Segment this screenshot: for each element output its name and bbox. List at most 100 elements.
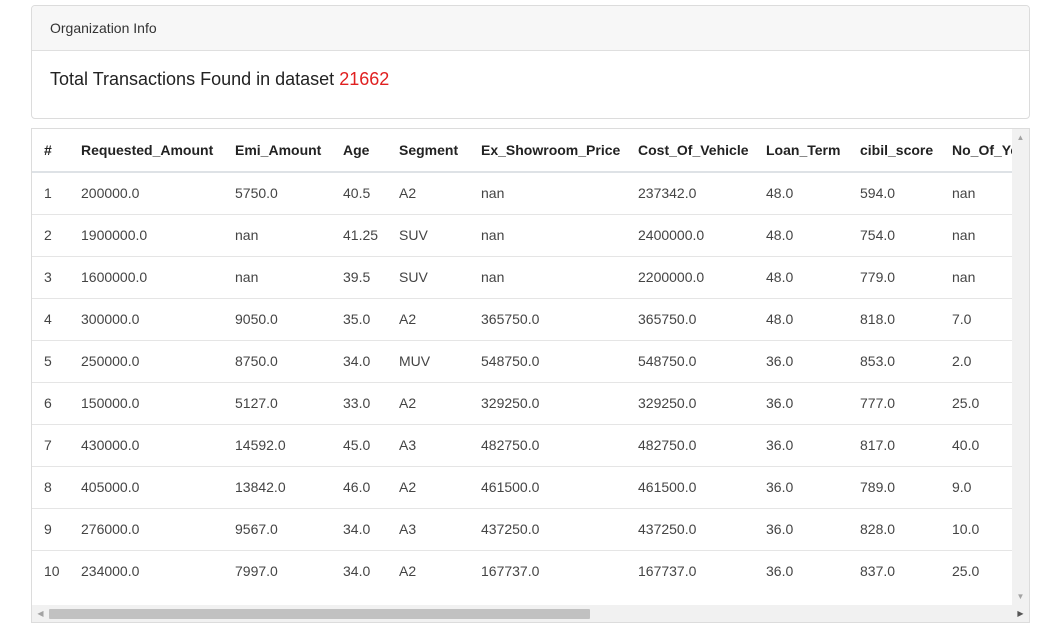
table-cell: 594.0 xyxy=(860,185,896,202)
card-header: Organization Info xyxy=(32,6,1029,51)
horizontal-scroll-thumb[interactable] xyxy=(49,609,590,619)
table-cell: 5 xyxy=(32,339,69,382)
table-cell: 461500.0 xyxy=(626,465,754,508)
column-header: Requested_Amount xyxy=(69,129,223,173)
table-row: 7 430000.0 14592.0 45.0 A3 482750.0 482750.0 36… xyxy=(32,423,1013,466)
table-cell: 25.0 xyxy=(940,549,1013,592)
table-cell: nan xyxy=(223,213,331,256)
table-cell: 48.0 xyxy=(754,255,848,298)
table-cell: nan xyxy=(223,255,331,298)
horizontal-scrollbar[interactable]: ◀ ▶ xyxy=(32,605,1029,622)
table-cell: 9.0 xyxy=(940,465,1013,508)
table-cell: 405000.0 xyxy=(69,465,223,508)
column-header: cibil_score xyxy=(848,129,940,173)
table-cell: 482750.0 xyxy=(469,423,626,466)
table-cell: 13842.0 xyxy=(223,465,331,508)
table-cell: 150000.0 xyxy=(69,381,223,424)
table-cell: 461500.0 xyxy=(469,465,626,508)
table-cell: 365750.0 xyxy=(626,297,754,340)
table-cell: 3 xyxy=(32,255,69,298)
column-header: Cost_Of_Vehicle xyxy=(626,129,754,173)
table-cell: 40.5 xyxy=(343,185,371,202)
table-cell: 8 xyxy=(32,465,69,508)
table-row: 2 1900000.0 nan 41.25 SUV nan 2400000.0 48.0 754… xyxy=(32,213,1013,256)
table-cell: 837.0 xyxy=(848,549,940,592)
table-cell: 36.0 xyxy=(754,507,848,550)
card-body: Total Transactions Found in dataset 2166… xyxy=(32,51,1029,90)
table-cell: 777.0 xyxy=(848,381,940,424)
table-cell: 329250.0 xyxy=(626,381,754,424)
table-cell: A2 xyxy=(387,465,469,508)
table-cell: 482750.0 xyxy=(626,423,754,466)
table-viewport[interactable]: # Requested_Amount Emi_Amount Age Segment Ex_… xyxy=(32,129,1013,605)
table-cell: 36.0 xyxy=(754,423,848,466)
table-cell: 14592.0 xyxy=(223,423,331,466)
table-cell: 48.0 xyxy=(754,213,848,256)
table-header-row: # Requested_Amount Emi_Amount Age Segment Ex_… xyxy=(32,129,1013,173)
vertical-scrollbar[interactable]: ▲ ▼ xyxy=(1012,129,1029,605)
table-cell: 1900000.0 xyxy=(69,213,223,256)
table-cell: 548750.0 xyxy=(469,339,626,382)
table-cell: 7997.0 xyxy=(223,549,331,592)
table-cell: 2200000.0 xyxy=(626,255,754,298)
table-cell: 34.0 xyxy=(331,549,387,592)
table-row: 9 276000.0 9567.0 34.0 A3 437250.0 437250.0 36.… xyxy=(32,507,1013,550)
column-header: No_Of_Ye xyxy=(940,129,1013,173)
table-cell: 48.0 xyxy=(766,185,794,202)
table-cell: 9 xyxy=(32,507,69,550)
table-cell: 48.0 xyxy=(754,297,848,340)
table-cell: 10.0 xyxy=(940,507,1013,550)
column-header: Ex_Showroom_Price xyxy=(469,129,626,173)
transactions-table-panel: # Requested_Amount Emi_Amount Age Segment Ex_… xyxy=(31,128,1030,623)
table-cell: 817.0 xyxy=(848,423,940,466)
table-cell: 237342.0 xyxy=(638,185,697,202)
table-cell: 35.0 xyxy=(331,297,387,340)
table-cell: 34.0 xyxy=(331,339,387,382)
table-cell: 6 xyxy=(32,381,69,424)
table-cell: 789.0 xyxy=(848,465,940,508)
table-cell: 2 xyxy=(32,213,69,256)
scroll-left-icon[interactable]: ◀ xyxy=(32,605,49,622)
table-cell: 754.0 xyxy=(848,213,940,256)
table-cell: 41.25 xyxy=(331,213,387,256)
column-header: # xyxy=(32,129,69,173)
table-row: 8 405000.0 13842.0 46.0 A2 461500.0 461500.0 36… xyxy=(32,465,1013,508)
table-cell: 36.0 xyxy=(754,339,848,382)
organization-info-card: Organization Info Total Transactions Fou… xyxy=(31,5,1030,119)
table-row: 4 300000.0 9050.0 35.0 A2 365750.0 365750.0 48.… xyxy=(32,297,1013,340)
table-body: 1 200000.0 5750.0 40.5 A2 nan 237342.0 48.0 594.… xyxy=(32,172,1013,592)
table-cell: 5750.0 xyxy=(235,185,278,202)
table-cell: 36.0 xyxy=(754,465,848,508)
column-header: Age xyxy=(331,129,387,173)
table-cell: MUV xyxy=(387,339,469,382)
table-cell: 40.0 xyxy=(940,423,1013,466)
table-cell: 818.0 xyxy=(848,297,940,340)
table-cell: 5127.0 xyxy=(223,381,331,424)
transaction-count: 21662 xyxy=(339,69,390,89)
table-cell: nan xyxy=(952,185,976,202)
table-cell: 1 xyxy=(44,185,52,202)
table-cell: 36.0 xyxy=(754,381,848,424)
table-cell: 25.0 xyxy=(940,381,1013,424)
table-cell: 276000.0 xyxy=(69,507,223,550)
table-row: 5 250000.0 8750.0 34.0 MUV 548750.0 548750.0 36… xyxy=(32,339,1013,382)
table-cell: 167737.0 xyxy=(626,549,754,592)
scroll-up-icon[interactable]: ▲ xyxy=(1012,129,1029,146)
table-cell: 33.0 xyxy=(331,381,387,424)
table-cell: 200000.0 xyxy=(81,185,140,202)
table-cell: 167737.0 xyxy=(469,549,626,592)
table-cell: A2 xyxy=(399,185,417,202)
table-cell: A2 xyxy=(387,549,469,592)
scroll-right-icon[interactable]: ▶ xyxy=(1012,605,1029,622)
table-cell: 7.0 xyxy=(940,297,1013,340)
table-row: 3 1600000.0 nan 39.5 SUV nan 2200000.0 48.0 779.… xyxy=(32,255,1013,298)
table-row: 10 234000.0 7997.0 34.0 A2 167737.0 167737.0 36… xyxy=(32,549,1013,592)
table-cell: SUV xyxy=(387,255,469,298)
table-cell: 9567.0 xyxy=(223,507,331,550)
table-cell: nan xyxy=(469,213,626,256)
table-cell: 10 xyxy=(32,549,69,592)
table-cell: 300000.0 xyxy=(69,297,223,340)
table-cell: A2 xyxy=(387,297,469,340)
scroll-down-icon[interactable]: ▼ xyxy=(1012,588,1029,605)
table-cell: 45.0 xyxy=(331,423,387,466)
